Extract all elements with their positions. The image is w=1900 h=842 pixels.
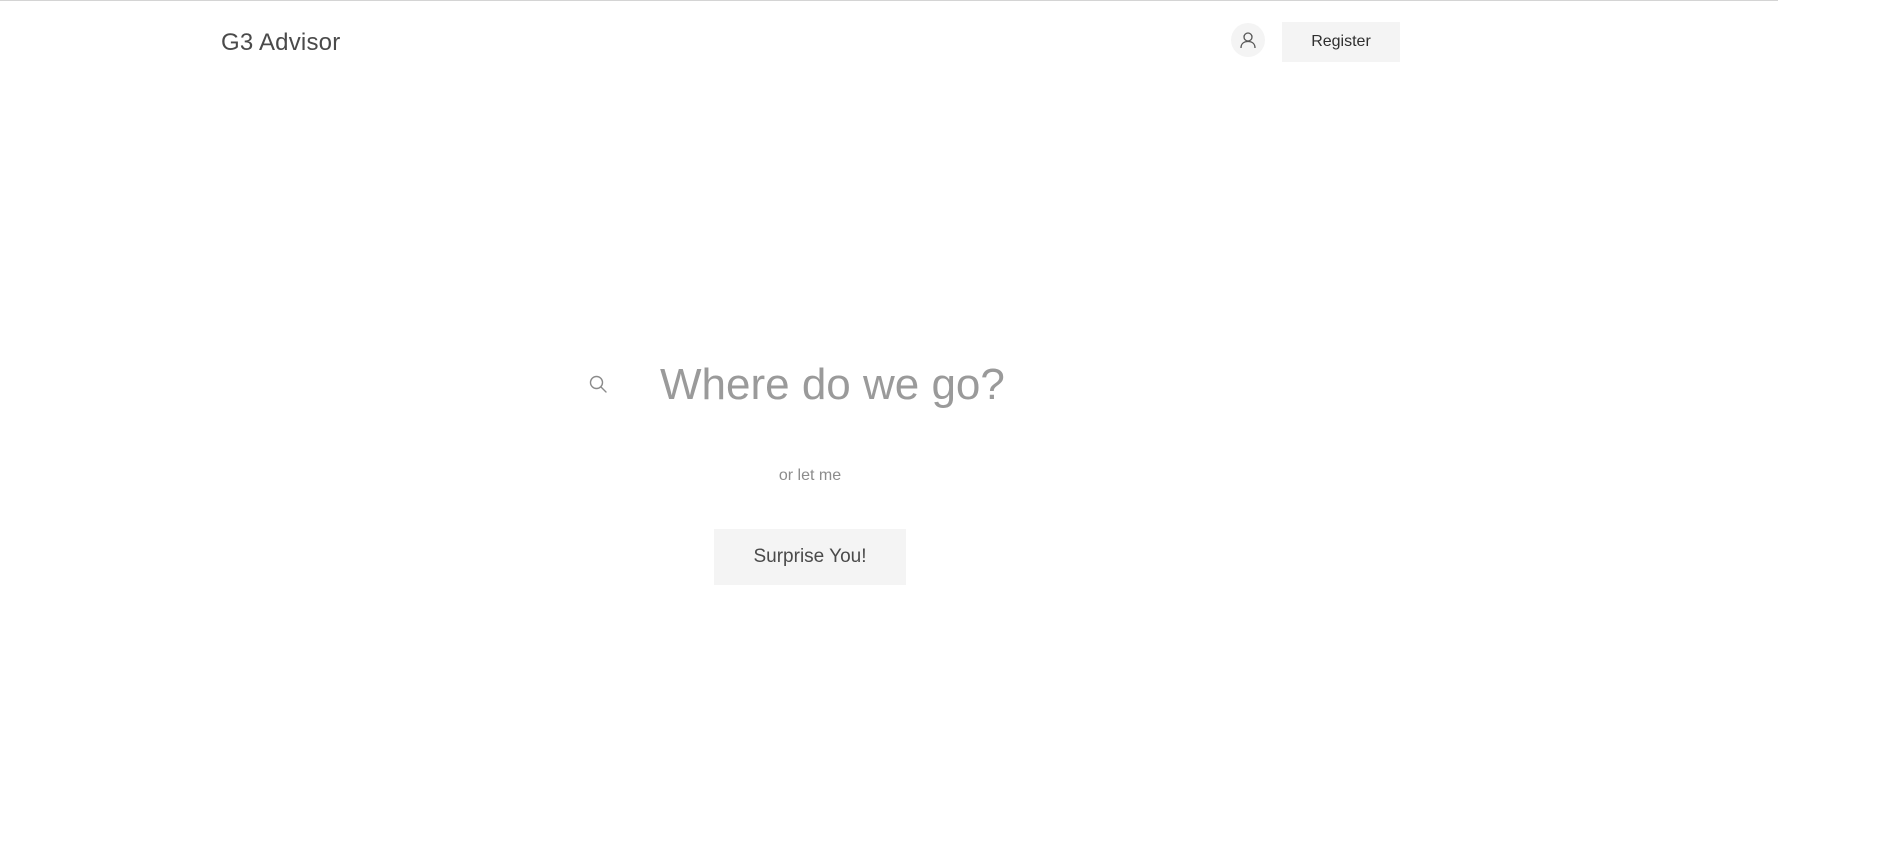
page: G3 Advisor Register or let me Surprise Y… xyxy=(0,0,1900,842)
user-icon xyxy=(1240,32,1256,49)
register-button[interactable]: Register xyxy=(1282,22,1400,62)
destination-search-input[interactable] xyxy=(656,353,1224,417)
site-logo[interactable]: G3 Advisor xyxy=(221,29,340,57)
search-icon xyxy=(589,375,607,393)
alternative-prompt-text: or let me xyxy=(778,467,842,484)
top-divider xyxy=(0,0,1778,1)
user-account-button[interactable] xyxy=(1231,23,1265,57)
surprise-you-button[interactable]: Surprise You! xyxy=(714,529,906,585)
